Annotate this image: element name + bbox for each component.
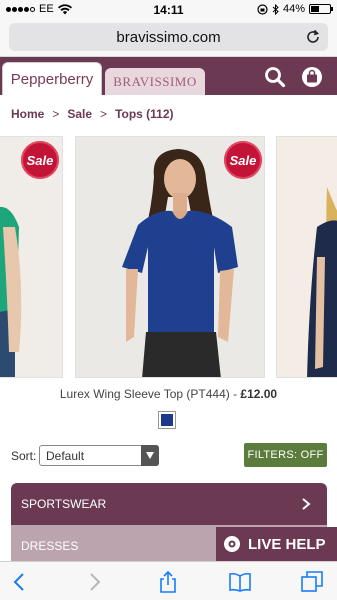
product-card[interactable]: Sale: [75, 136, 265, 378]
category-sportswear[interactable]: SPORTSWEAR: [11, 483, 327, 525]
sale-badge: Sale: [224, 141, 262, 179]
product-name: Lurex Wing Sleeve Top (PT444) -: [59, 387, 241, 401]
orientation-lock-icon: [257, 3, 268, 15]
chevron-right-icon: [302, 498, 311, 510]
product-image-navy-top: [307, 187, 337, 377]
sort-label: Sort:: [11, 449, 37, 463]
live-help-label: LIVE HELP: [248, 535, 326, 553]
breadcrumb: Home > Sale > Tops (112): [11, 107, 174, 121]
battery-percent: 44%: [282, 3, 305, 15]
reload-icon[interactable]: [304, 28, 322, 46]
chat-bubble-icon: [224, 536, 240, 552]
brand-header: Pepperberry BRAVISSIMO: [0, 57, 337, 95]
search-icon[interactable]: [264, 66, 286, 88]
battery-icon: [309, 4, 333, 14]
address-bar[interactable]: bravissimo.com: [9, 23, 328, 51]
forward-icon[interactable]: [82, 570, 106, 594]
tab-bravissimo[interactable]: BRAVISSIMO: [105, 68, 205, 95]
tabs-icon[interactable]: [300, 570, 324, 594]
triangle-down-icon: [146, 452, 154, 459]
category-label: SPORTSWEAR: [21, 497, 107, 511]
tab-pepperberry[interactable]: Pepperberry: [2, 62, 102, 95]
back-icon[interactable]: [8, 570, 32, 594]
breadcrumb-separator: >: [100, 107, 108, 121]
browser-address-area: bravissimo.com: [0, 20, 337, 57]
product-title[interactable]: Lurex Wing Sleeve Top (PT444) - £12.00: [0, 387, 337, 401]
color-swatch[interactable]: [158, 411, 176, 429]
product-price: £12.00: [240, 387, 278, 401]
breadcrumb-home[interactable]: Home: [11, 107, 44, 121]
share-icon[interactable]: [156, 570, 180, 594]
bluetooth-icon: [272, 3, 279, 15]
category-label: DRESSES: [21, 539, 79, 553]
color-swatch-fill: [161, 414, 173, 426]
live-help-button[interactable]: LIVE HELP: [216, 527, 337, 561]
status-bar: EE 14:11 44%: [0, 0, 337, 20]
product-card-previous[interactable]: Sale: [0, 136, 63, 378]
sale-badge: Sale: [21, 141, 59, 179]
bookmarks-icon[interactable]: [228, 570, 252, 594]
breadcrumb-tops: Tops (112): [115, 107, 174, 121]
product-card-next[interactable]: [276, 136, 337, 378]
shopping-bag-icon[interactable]: [301, 66, 323, 88]
sort-dropdown-arrow[interactable]: [141, 445, 159, 466]
breadcrumb-sale[interactable]: Sale: [67, 107, 92, 121]
filters-button[interactable]: FILTERS: OFF: [244, 443, 327, 467]
product-carousel[interactable]: Sale Sale: [0, 134, 337, 380]
url-text: bravissimo.com: [116, 29, 221, 46]
breadcrumb-separator: >: [52, 107, 60, 121]
browser-toolbar: [0, 561, 337, 600]
